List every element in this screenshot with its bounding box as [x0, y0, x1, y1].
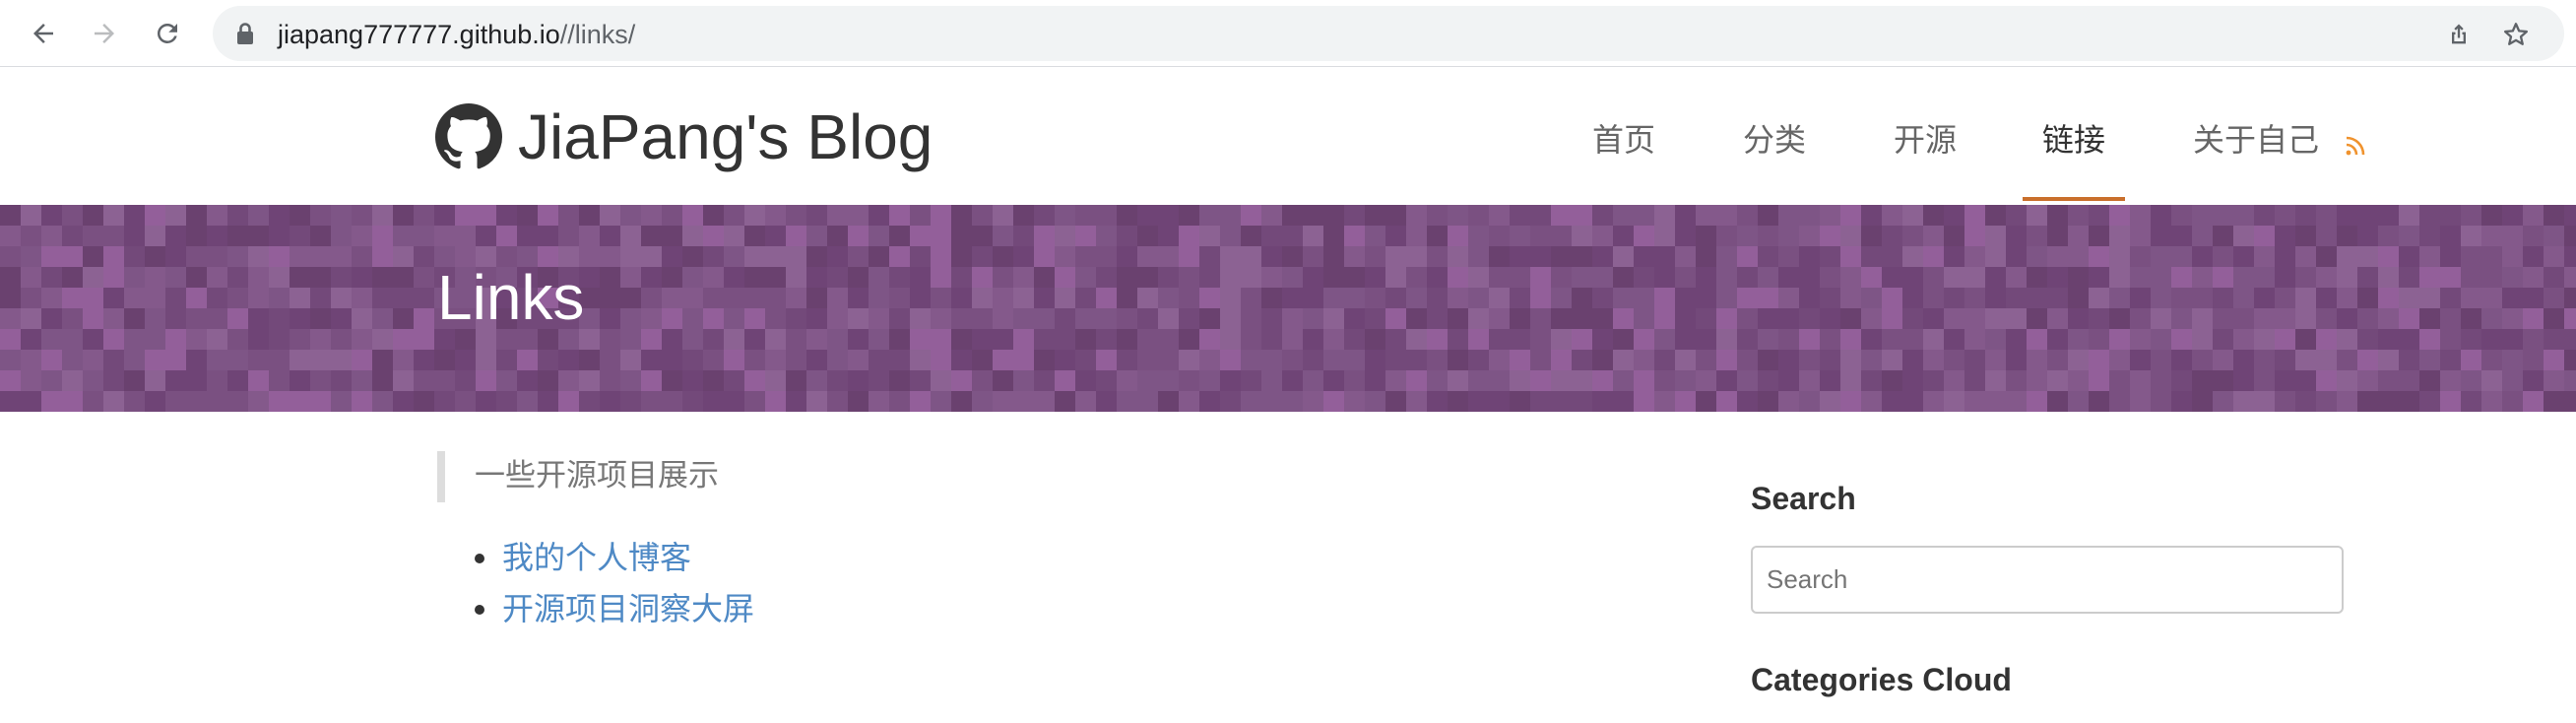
url-host: jiapang777777.github.io	[278, 20, 560, 49]
back-arrow-icon[interactable]	[22, 12, 65, 55]
rss-icon[interactable]	[2344, 134, 2367, 158]
list-item: 开源项目洞察大屏	[473, 583, 754, 634]
page-banner: Links	[0, 205, 2576, 412]
link-personal-blog[interactable]: 我的个人博客	[502, 540, 691, 575]
banner-pixel-pattern	[0, 205, 2576, 412]
active-nav-indicator	[2023, 197, 2125, 201]
site-brand-link[interactable]: JiaPang's Blog	[435, 101, 933, 172]
page-title: Links	[437, 262, 585, 333]
site-header: JiaPang's Blog 首页 分类 开源 链接 关于自己	[0, 68, 2576, 205]
star-icon[interactable]	[2499, 18, 2533, 51]
share-icon[interactable]	[2442, 18, 2476, 51]
intro-text: 一些开源项目展示	[475, 458, 719, 493]
list-item: 我的个人博客	[473, 532, 754, 583]
address-bar[interactable]: jiapang777777.github.io//links/	[213, 6, 2564, 61]
forward-arrow-icon[interactable]	[83, 12, 126, 55]
reload-icon[interactable]	[146, 12, 189, 55]
intro-blockquote: 一些开源项目展示	[437, 451, 719, 502]
link-open-source-dashboard[interactable]: 开源项目洞察大屏	[502, 591, 754, 626]
nav-item-about[interactable]: 关于自己	[2193, 122, 2319, 158]
url-text: jiapang777777.github.io//links/	[278, 20, 635, 49]
lock-icon	[237, 23, 253, 44]
github-octocat-icon	[435, 103, 502, 169]
url-path: //links/	[559, 20, 636, 49]
nav-item-categories[interactable]: 分类	[1743, 122, 1806, 158]
nav-item-open-source[interactable]: 开源	[1894, 122, 1957, 158]
site-title: JiaPang's Blog	[518, 101, 934, 172]
links-list: 我的个人博客 开源项目洞察大屏	[473, 532, 754, 634]
search-input[interactable]	[1751, 546, 2344, 614]
nav-item-home[interactable]: 首页	[1592, 122, 1655, 158]
search-heading: Search	[1751, 481, 1856, 516]
nav-item-links[interactable]: 链接	[2042, 122, 2105, 158]
browser-toolbar: jiapang777777.github.io//links/	[0, 0, 2576, 67]
categories-cloud-heading: Categories Cloud	[1751, 662, 2012, 697]
